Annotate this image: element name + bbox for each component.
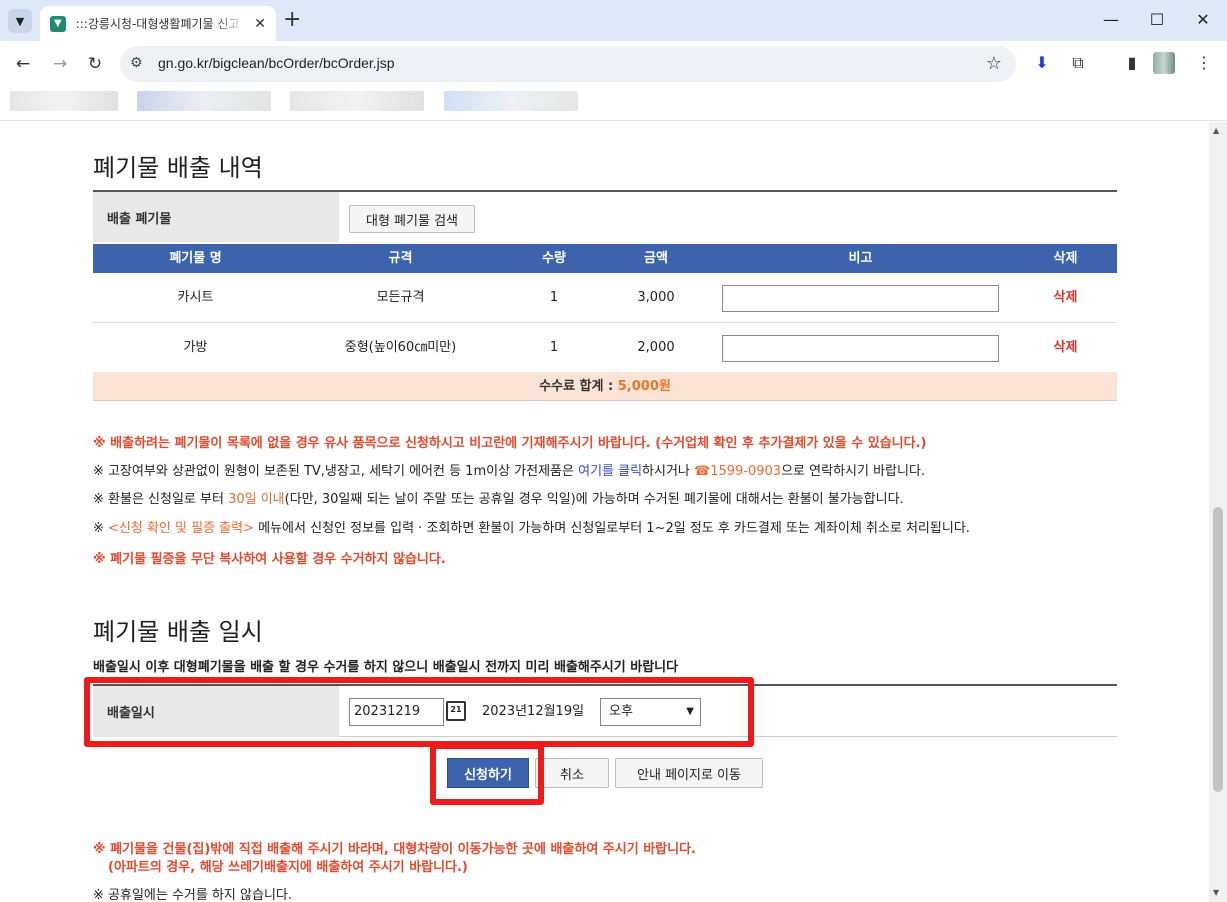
download-extension-icon[interactable]: ⬇ bbox=[1031, 53, 1053, 72]
highlight-box-submit bbox=[430, 743, 544, 805]
notice-appliance: ※ 고장여부와 상관없이 원형이 보존된 TV,냉장고, 세탁기 에어컨 등 1… bbox=[93, 460, 925, 479]
row-name: 가방 bbox=[183, 340, 208, 355]
active-tab[interactable]: ▼ :::강릉시청-대형생활폐기물 신고 ✕ bbox=[40, 6, 276, 41]
extensions-icon[interactable]: ⧉ bbox=[1067, 53, 1089, 73]
phone-number: ☎1599-0903 bbox=[694, 464, 782, 479]
chevron-down-icon: ▼ bbox=[15, 14, 25, 28]
row-name: 카시트 bbox=[177, 290, 214, 305]
forward-icon[interactable]: → bbox=[49, 53, 71, 75]
row-spec: 중형(높이60㎝미만) bbox=[344, 340, 457, 355]
maximize-icon[interactable]: ☐ bbox=[1147, 10, 1167, 29]
address-bar[interactable]: ⚙ gn.go.kr/bigclean/bcOrder/bcOrder.jsp … bbox=[120, 46, 1016, 82]
notice-similar-item: ※ 배출하려는 폐기물이 목록에 없을 경우 유사 품목으로 신청하시고 비고란… bbox=[93, 436, 927, 451]
notice-text: (다만, 30일째 되는 날이 주말 또는 공휴일 경우 익일)에 가능하며 수… bbox=[284, 492, 904, 507]
row-qty: 1 bbox=[549, 340, 559, 355]
notice-text: ※ 고장여부와 상관없이 원형이 보존된 TV,냉장고, 세탁기 에어컨 등 1… bbox=[93, 464, 579, 479]
bookmark-item[interactable] bbox=[444, 91, 578, 111]
tab-strip: ▼ ▼ :::강릉시청-대형생활폐기물 신고 ✕ + — ☐ ✕ bbox=[0, 0, 1227, 41]
browser-toolbar: ← → ↻ ⚙ gn.go.kr/bigclean/bcOrder/bcOrde… bbox=[0, 41, 1227, 87]
fee-total-value: 5,000원 bbox=[617, 379, 671, 394]
bookmark-item[interactable] bbox=[290, 91, 424, 111]
delete-link[interactable]: 삭제 bbox=[1014, 323, 1117, 373]
bottom-notice-3: ※ 공휴일에는 수거를 하지 않습니다. bbox=[93, 888, 292, 902]
section-title-disposal-date: 폐기물 배출 일시 bbox=[93, 618, 263, 646]
bottom-notice-2: (아파트의 경우, 해당 쓰레기배출지에 배출하여 주시기 바랍니다.) bbox=[108, 860, 468, 875]
notice-text: ※ 환불은 신청일로 부터 bbox=[93, 492, 229, 507]
highlight-box-date bbox=[84, 677, 754, 747]
table-row: 가방 중형(높이60㎝미만) 1 2,000 삭제 bbox=[93, 323, 1117, 373]
page-content: 폐기물 배출 내역 배출 폐기물 대형 폐기물 검색 폐기물 명 규격 수량 금… bbox=[0, 122, 1209, 902]
scroll-down-icon[interactable]: ▼ bbox=[1213, 888, 1219, 897]
close-tab-icon[interactable]: ✕ bbox=[254, 16, 266, 32]
url-text: gn.go.kr/bigclean/bcOrder/bcOrder.jsp bbox=[158, 55, 395, 71]
reload-icon[interactable]: ↻ bbox=[84, 53, 106, 75]
bookmark-item[interactable] bbox=[10, 91, 118, 111]
col-amount: 금액 bbox=[644, 251, 668, 266]
fee-total-label: 수수료 합계 : bbox=[539, 379, 614, 394]
notice-text: ※ bbox=[93, 521, 109, 536]
fee-total-row: 수수료 합계 : 5,000원 bbox=[93, 372, 1117, 401]
side-panel-icon[interactable]: ▮ bbox=[1121, 53, 1143, 72]
notice-no-copy: ※ 폐기물 필증을 무단 복사하여 사용할 경우 수거하지 않습니다. bbox=[93, 552, 446, 567]
bookmarks-bar bbox=[0, 87, 1227, 121]
scroll-thumb[interactable] bbox=[1213, 507, 1223, 792]
table-row: 카시트 모든규격 1 3,000 삭제 bbox=[93, 273, 1117, 323]
scroll-up-icon[interactable]: ▲ bbox=[1213, 126, 1219, 135]
site-info-icon[interactable]: ⚙ bbox=[130, 55, 143, 71]
row-note-input[interactable] bbox=[722, 285, 999, 312]
tab-title: :::강릉시청-대형생활폐기물 신고 bbox=[75, 17, 240, 31]
date-subtitle: 배출일시 이후 대형폐기물을 배출 할 경우 수거를 하지 않으니 배출일시 전… bbox=[93, 660, 679, 675]
refund-period: 30일 이내 bbox=[228, 492, 285, 507]
col-spec: 규격 bbox=[388, 251, 413, 266]
row-spec: 모든규격 bbox=[376, 290, 425, 305]
minimize-icon[interactable]: — bbox=[1101, 10, 1121, 29]
notice-refund: ※ 환불은 신청일로 부터 30일 이내(다만, 30일째 되는 날이 주말 또… bbox=[93, 488, 904, 507]
bottom-notice-1: ※ 폐기물을 건물(집)밖에 직접 배출해 주시기 바라며, 대형차량이 이동가… bbox=[93, 842, 696, 857]
row-note-input[interactable] bbox=[722, 335, 999, 362]
delete-link[interactable]: 삭제 bbox=[1014, 273, 1117, 323]
search-waste-button[interactable]: 대형 폐기물 검색 bbox=[349, 205, 475, 233]
site-favicon-icon: ▼ bbox=[50, 15, 66, 32]
disposal-items-label: 배출 폐기물 bbox=[93, 192, 339, 242]
menu-icon[interactable]: ⋮ bbox=[1193, 53, 1215, 72]
items-table-header: 폐기물 명 규격 수량 금액 비고 삭제 bbox=[93, 244, 1117, 273]
col-name: 폐기물 명 bbox=[169, 251, 222, 266]
row-amount: 2,000 bbox=[637, 340, 675, 355]
bookmark-star-icon[interactable]: ☆ bbox=[986, 53, 1002, 74]
col-delete: 삭제 bbox=[1053, 251, 1078, 266]
tab-search-button[interactable]: ▼ bbox=[8, 9, 32, 33]
col-note: 비고 bbox=[848, 251, 873, 266]
new-tab-icon[interactable]: + bbox=[283, 8, 301, 32]
row-qty: 1 bbox=[549, 290, 559, 305]
guide-page-button[interactable]: 안내 페이지로 이동 bbox=[615, 758, 763, 788]
row-amount: 3,000 bbox=[637, 290, 675, 305]
close-window-icon[interactable]: ✕ bbox=[1193, 10, 1213, 29]
col-qty: 수량 bbox=[542, 251, 566, 266]
notice-text: 메뉴에서 신청인 정보를 입력 · 조회하면 환불이 가능하며 신청일로부터 1… bbox=[254, 521, 970, 536]
back-icon[interactable]: ← bbox=[12, 53, 34, 75]
click-here-link[interactable]: 여기를 클릭 bbox=[578, 464, 642, 479]
confirm-menu-link: <신청 확인 및 필증 출력> bbox=[108, 521, 254, 536]
notice-text: 으로 연락하시기 바랍니다. bbox=[781, 464, 926, 479]
section-title-disposal-list: 폐기물 배출 내역 bbox=[93, 154, 263, 182]
cancel-button[interactable]: 취소 bbox=[535, 758, 609, 788]
bookmark-item[interactable] bbox=[137, 91, 271, 111]
page-scrollbar[interactable]: ▲ ▼ bbox=[1209, 122, 1227, 902]
notice-text: 하시거나 bbox=[642, 464, 695, 479]
notice-confirm: ※ <신청 확인 및 필증 출력> 메뉴에서 신청인 정보를 입력 · 조회하면… bbox=[93, 517, 970, 536]
profile-avatar[interactable] bbox=[1153, 52, 1175, 74]
